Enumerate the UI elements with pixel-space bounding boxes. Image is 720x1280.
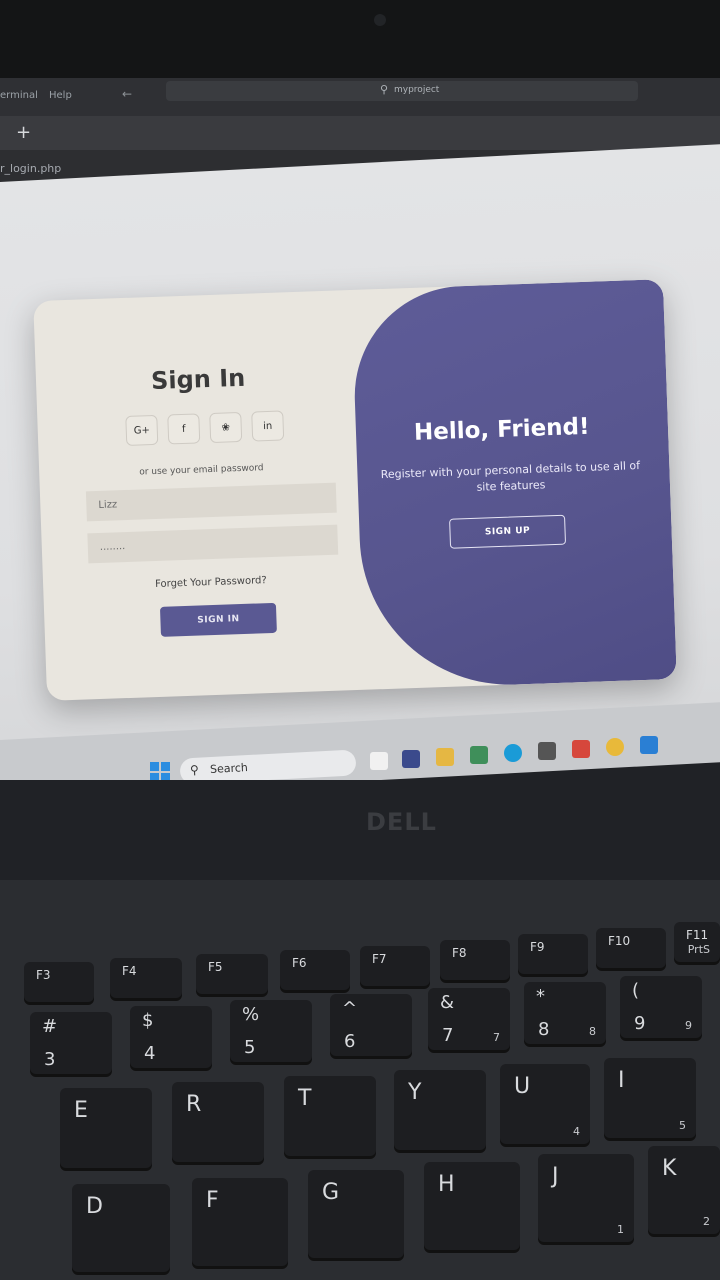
- key-r[interactable]: R: [172, 1082, 264, 1162]
- key-8[interactable]: * 8 8: [524, 982, 606, 1044]
- signin-form: Sign In G+ f ❀ in or use your email pass…: [33, 290, 377, 701]
- key-f8[interactable]: F8: [440, 940, 510, 980]
- key-f7[interactable]: F7: [360, 946, 430, 986]
- login-card: Sign In G+ f ❀ in or use your email pass…: [33, 279, 677, 701]
- key-e[interactable]: E: [60, 1088, 152, 1168]
- app-icon[interactable]: [470, 746, 488, 764]
- chrome-icon[interactable]: [606, 738, 624, 756]
- key-f11[interactable]: F11 PrtS: [674, 922, 720, 962]
- laptop-bottom-bezel: [0, 780, 720, 890]
- signup-button[interactable]: SIGN UP: [449, 514, 567, 549]
- key-h[interactable]: H: [424, 1162, 520, 1250]
- key-4[interactable]: $4: [130, 1006, 212, 1068]
- email-field[interactable]: Lizz: [85, 482, 337, 522]
- key-d[interactable]: D: [72, 1184, 170, 1272]
- alt-signin-text: or use your email password: [139, 463, 264, 478]
- facebook-icon[interactable]: f: [167, 413, 201, 445]
- key-f5[interactable]: F5: [196, 954, 268, 994]
- key-j[interactable]: J1: [538, 1154, 634, 1242]
- linkedin-icon[interactable]: in: [251, 410, 285, 442]
- new-tab-button[interactable]: +: [16, 122, 31, 143]
- key-g[interactable]: G: [308, 1170, 404, 1258]
- taskbar-search-label: Search: [209, 761, 249, 777]
- url-text[interactable]: r_login.php: [0, 162, 61, 175]
- key-f4[interactable]: F4: [110, 958, 182, 998]
- key-9[interactable]: (9 9: [620, 976, 702, 1038]
- key-f[interactable]: F: [192, 1178, 288, 1266]
- menu-terminal[interactable]: erminal: [0, 90, 38, 101]
- key-f3[interactable]: F3: [24, 962, 94, 1002]
- signin-title: Sign In: [150, 363, 246, 396]
- key-t[interactable]: T: [284, 1076, 376, 1156]
- task-view-icon[interactable]: [370, 752, 388, 770]
- screen-top-bezel: [0, 0, 720, 80]
- dev-app-icon[interactable]: [538, 742, 556, 760]
- command-center-label: myproject: [394, 85, 440, 95]
- key-7[interactable]: & 7 7: [428, 988, 510, 1050]
- webcam-icon: [374, 14, 386, 26]
- edge-icon[interactable]: [504, 744, 522, 762]
- signin-button[interactable]: SIGN IN: [159, 602, 277, 637]
- password-field[interactable]: ........: [87, 524, 339, 564]
- key-f6[interactable]: F6: [280, 950, 350, 990]
- menu-help[interactable]: Help: [49, 90, 72, 101]
- key-5[interactable]: % 5: [230, 1000, 312, 1062]
- back-arrow-icon[interactable]: ←: [122, 87, 132, 101]
- meet-icon[interactable]: [402, 750, 420, 768]
- key-f10[interactable]: F10: [596, 928, 666, 968]
- key-6[interactable]: ^ 6: [330, 994, 412, 1056]
- key-y[interactable]: Y: [394, 1070, 486, 1150]
- windows-start-icon[interactable]: [150, 762, 170, 782]
- xampp-icon[interactable]: [572, 740, 590, 758]
- welcome-panel: Hello, Friend! Register with your person…: [351, 279, 677, 690]
- dell-logo: DELL: [366, 808, 437, 836]
- photo-scene: erminal Help ← ⚲ myproject + r_login.php…: [0, 0, 720, 1280]
- command-center[interactable]: ⚲ myproject: [166, 81, 638, 101]
- search-icon: ⚲: [380, 83, 389, 96]
- key-u[interactable]: U4: [500, 1064, 590, 1144]
- key-k[interactable]: K2: [648, 1146, 720, 1234]
- github-icon[interactable]: ❀: [209, 411, 243, 444]
- vscode-icon[interactable]: [640, 736, 658, 754]
- browser-tabbar: +: [0, 116, 720, 152]
- key-i[interactable]: I5: [604, 1058, 696, 1138]
- google-icon[interactable]: G+: [125, 414, 159, 446]
- key-3[interactable]: #3: [30, 1012, 112, 1074]
- panel-text: Register with your personal details to u…: [380, 459, 641, 494]
- file-explorer-icon[interactable]: [436, 748, 454, 766]
- panel-heading: Hello, Friend!: [413, 413, 590, 446]
- key-f9[interactable]: F9: [518, 934, 588, 974]
- forgot-password-link[interactable]: Forget Your Password?: [155, 575, 267, 590]
- search-icon: ⚲: [189, 762, 200, 778]
